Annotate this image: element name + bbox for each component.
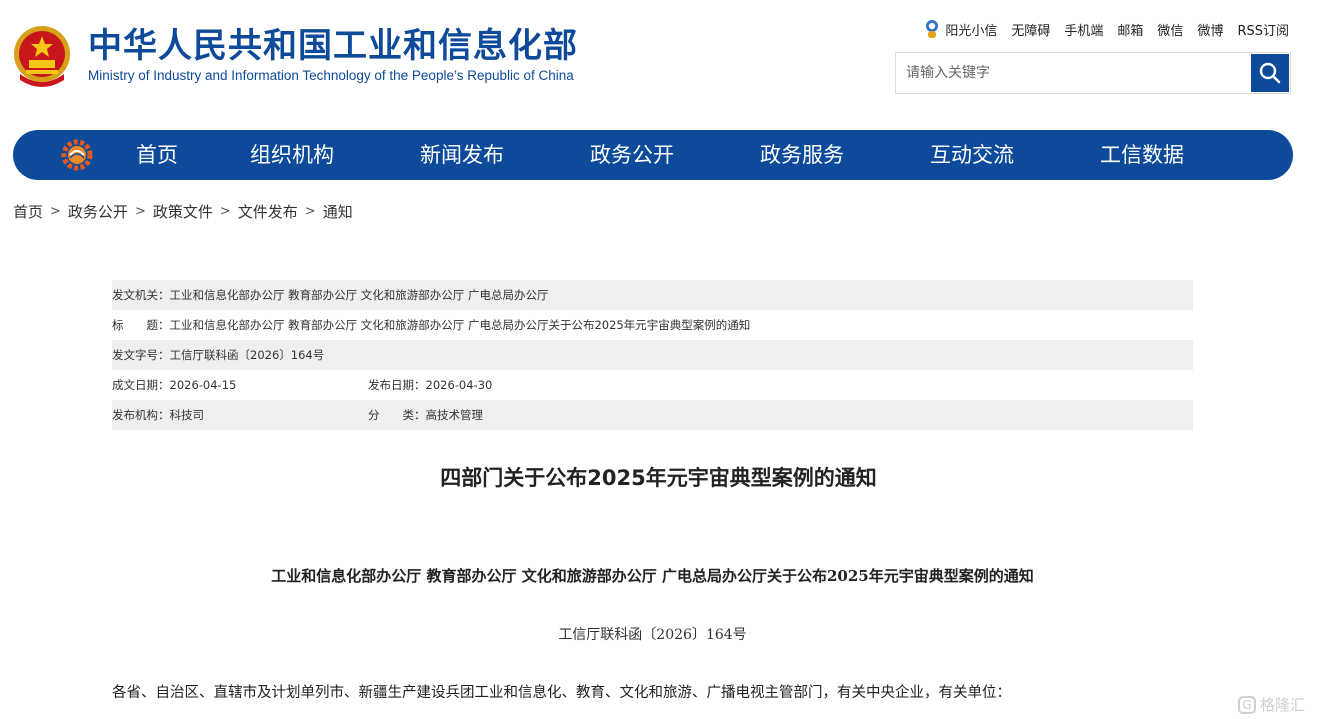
- breadcrumb-notice[interactable]: 通知: [323, 201, 353, 222]
- nav-government-affairs[interactable]: 政务公开: [547, 130, 717, 180]
- breadcrumb-separator: >: [134, 203, 146, 219]
- nav-services[interactable]: 政务服务: [717, 130, 887, 180]
- mascot-icon[interactable]: [923, 19, 941, 39]
- miit-gear-logo-icon[interactable]: [59, 137, 95, 173]
- meta-org-label: 发布机构：: [112, 408, 170, 422]
- top-link-wechat[interactable]: 微信: [1157, 20, 1183, 39]
- site-header: 中华人民共和国工业和信息化部 Ministry of Industry and …: [0, 0, 1317, 120]
- national-emblem-icon: [14, 26, 70, 87]
- meta-pub-date: 发布日期：2026-04-30: [368, 370, 492, 400]
- nav-interaction[interactable]: 互动交流: [887, 130, 1057, 180]
- breadcrumb-policy-documents[interactable]: 政策文件: [153, 201, 213, 222]
- breadcrumb-separator: >: [304, 203, 316, 219]
- meta-category: 分 类：高技术管理: [368, 400, 483, 430]
- top-link-mobile[interactable]: 手机端: [1064, 20, 1103, 39]
- meta-row-title: 标 题：工业和信息化部办公厅 教育部办公厅 文化和旅游部办公厅 广电总局办公厅关…: [112, 310, 1193, 340]
- meta-title-label: 标 题：: [112, 318, 170, 332]
- breadcrumb-government-affairs[interactable]: 政务公开: [68, 201, 128, 222]
- breadcrumb-separator: >: [50, 203, 61, 219]
- meta-docno-label: 发文字号：: [112, 348, 170, 362]
- breadcrumb-home[interactable]: 首页: [13, 201, 43, 222]
- site-name-cn[interactable]: 中华人民共和国工业和信息化部: [88, 26, 578, 66]
- watermark-logo-icon: G: [1237, 695, 1256, 714]
- meta-issuer-value: 工业和信息化部办公厅 教育部办公厅 文化和旅游部办公厅 广电总局办公厅: [169, 288, 549, 302]
- meta-docno-value: 工信厅联科函〔2026〕164号: [169, 348, 325, 362]
- meta-row-org: 发布机构：科技司 分 类：高技术管理: [112, 400, 1193, 430]
- document-number: 工信厅联科函〔2026〕164号: [558, 627, 747, 643]
- search-button[interactable]: [1251, 54, 1289, 92]
- meta-issuer-label: 发文机关：: [112, 288, 170, 302]
- meta-row-dates: 成文日期：2026-04-15 发布日期：2026-04-30: [112, 370, 1193, 400]
- meta-row-issuer: 发文机关：工业和信息化部办公厅 教育部办公厅 文化和旅游部办公厅 广电总局办公厅: [112, 280, 1193, 310]
- main-nav: 首页 组织机构 新闻发布 政务公开 政务服务 互动交流 工信数据: [13, 130, 1293, 180]
- top-link-rss[interactable]: RSS订阅: [1237, 20, 1289, 39]
- watermark-text: 格隆汇: [1259, 696, 1305, 714]
- meta-category-value: 高技术管理: [425, 408, 484, 422]
- top-link-mail[interactable]: 邮箱: [1117, 20, 1143, 39]
- meta-row-docno: 发文字号：工信厅联科函〔2026〕164号: [112, 340, 1193, 370]
- meta-date-value: 2026-04-15: [169, 378, 237, 392]
- document-body-first-line: 各省、自治区、直辖市及计划单列市、新疆生产建设兵团工业和信息化、教育、文化和旅游…: [112, 685, 1011, 701]
- meta-org-value: 科技司: [169, 408, 205, 422]
- document-subtitle: 工业和信息化部办公厅 教育部办公厅 文化和旅游部办公厅 广电总局办公厅关于公布2…: [271, 567, 1034, 585]
- document-title: 四部门关于公布2025年元宇宙典型案例的通知: [440, 466, 877, 490]
- top-link-sunshine[interactable]: 阳光小信: [945, 20, 997, 39]
- search-box: [895, 52, 1291, 94]
- nav-home[interactable]: 首页: [107, 130, 207, 180]
- nav-data[interactable]: 工信数据: [1057, 130, 1227, 180]
- breadcrumb-file-release[interactable]: 文件发布: [238, 201, 298, 222]
- top-link-weibo[interactable]: 微博: [1197, 20, 1223, 39]
- meta-pub-date-value: 2026-04-30: [425, 378, 493, 392]
- meta-date-label: 成文日期：: [112, 378, 170, 392]
- search-icon: [1259, 62, 1281, 84]
- meta-category-label: 分 类：: [368, 408, 426, 422]
- search-input[interactable]: [896, 53, 1252, 93]
- meta-pub-date-label: 发布日期：: [368, 378, 426, 392]
- nav-organization[interactable]: 组织机构: [207, 130, 377, 180]
- site-name-en[interactable]: Ministry of Industry and Information Tec…: [88, 68, 574, 83]
- top-links: 阳光小信 无障碍 手机端 邮箱 微信 微博 RSS订阅: [923, 18, 1289, 40]
- top-link-accessibility[interactable]: 无障碍: [1011, 20, 1050, 39]
- nav-news[interactable]: 新闻发布: [377, 130, 547, 180]
- breadcrumb: 首页 > 政务公开 > 政策文件 > 文件发布 > 通知: [13, 200, 353, 222]
- meta-title-value: 工业和信息化部办公厅 教育部办公厅 文化和旅游部办公厅 广电总局办公厅关于公布2…: [169, 318, 751, 332]
- watermark: G 格隆汇: [1237, 694, 1305, 715]
- document-metadata-table: 发文机关：工业和信息化部办公厅 教育部办公厅 文化和旅游部办公厅 广电总局办公厅…: [112, 280, 1193, 430]
- breadcrumb-separator: >: [219, 203, 231, 219]
